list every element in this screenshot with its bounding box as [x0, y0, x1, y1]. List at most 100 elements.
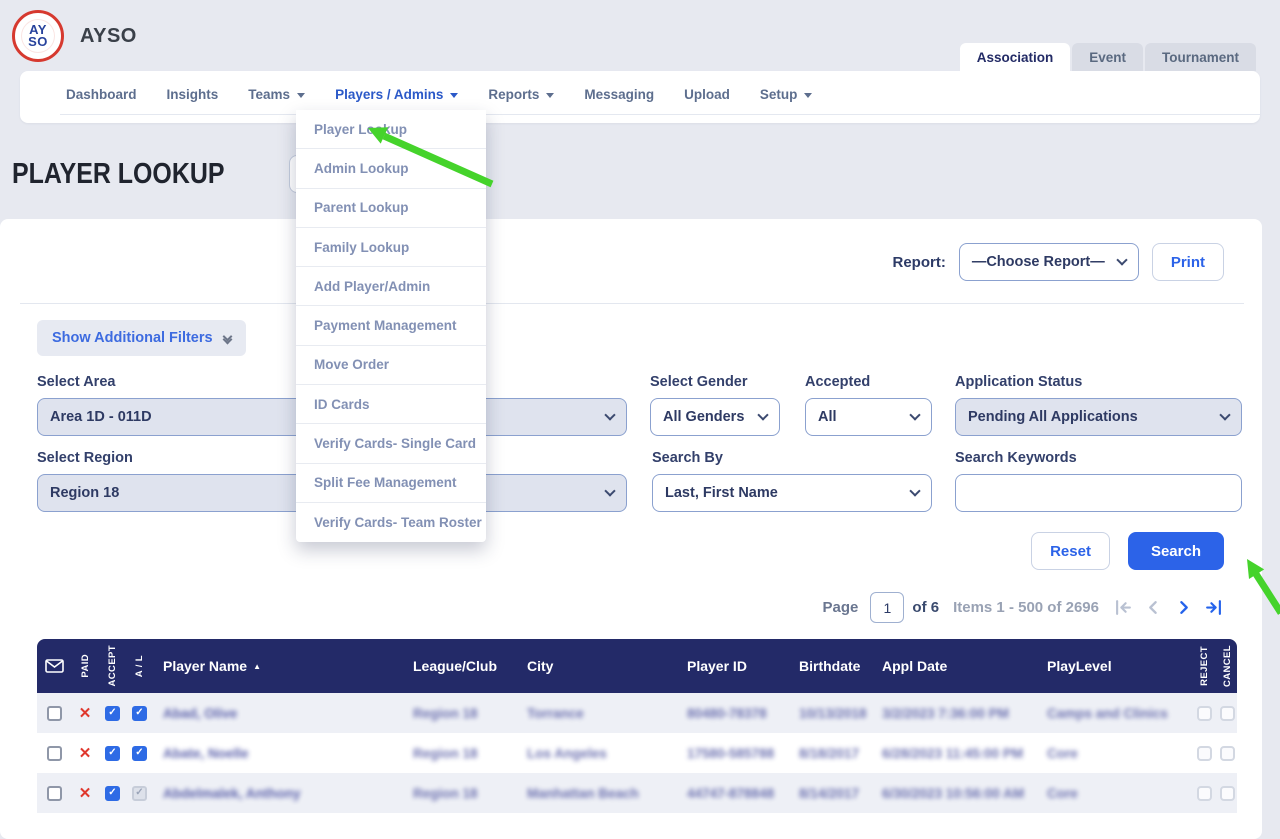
- gender-select[interactable]: All Genders: [650, 398, 780, 436]
- table-body: ✕Abad, OliveRegion 18Torrance80480-78378…: [37, 693, 1237, 813]
- nav-item-label: Players / Admins: [335, 87, 443, 102]
- nav-item-teams[interactable]: Teams: [248, 87, 305, 102]
- cell-value-city: Manhattan Beach: [527, 786, 639, 801]
- nav-item-messaging[interactable]: Messaging: [584, 87, 654, 102]
- cell-value-birthdate: 10/13/2018: [799, 706, 867, 721]
- al-checkbox[interactable]: [132, 786, 147, 801]
- accept-checkbox[interactable]: [105, 786, 120, 801]
- search-by-select[interactable]: Last, First Name: [652, 474, 932, 512]
- cancel-checkbox[interactable]: [1220, 786, 1235, 801]
- row-select-checkbox[interactable]: [47, 786, 62, 801]
- cell-city: Torrance: [517, 693, 677, 733]
- ayso-logo: AY SO: [12, 10, 64, 62]
- column-header-league[interactable]: League/Club: [403, 639, 517, 693]
- chevron-down-icon: [1219, 409, 1230, 420]
- nav-item-setup[interactable]: Setup: [760, 87, 813, 102]
- cell-email: [37, 733, 71, 773]
- accepted-select[interactable]: All: [805, 398, 932, 436]
- cell-al: [126, 733, 153, 773]
- next-page-icon[interactable]: [1175, 599, 1192, 616]
- cell-reject: [1192, 733, 1217, 773]
- cell-value-player_name[interactable]: Abdelmalek, Anthony: [163, 786, 301, 801]
- first-page-icon[interactable]: [1115, 599, 1132, 616]
- column-header-player_name[interactable]: Player Name▲: [153, 639, 403, 693]
- reset-button[interactable]: Reset: [1031, 532, 1110, 570]
- menu-item-player-lookup[interactable]: Player Lookup: [296, 110, 486, 149]
- cell-player_name: Abate, Noelle: [153, 733, 403, 773]
- nav-item-players-admins[interactable]: Players / Admins: [335, 87, 458, 102]
- column-header-player_id[interactable]: Player ID: [677, 639, 797, 693]
- nav-item-insights[interactable]: Insights: [167, 87, 219, 102]
- report-select[interactable]: —Choose Report—: [959, 243, 1139, 281]
- application-status-select[interactable]: Pending All Applications: [955, 398, 1242, 436]
- column-label: League/Club: [413, 658, 497, 674]
- column-label: Player Name: [163, 658, 247, 674]
- nav-item-upload[interactable]: Upload: [684, 87, 730, 102]
- previous-page-icon[interactable]: [1145, 599, 1162, 616]
- column-header-cancel: CANCEL: [1217, 639, 1237, 693]
- page-label: Page: [823, 599, 859, 616]
- cancel-checkbox[interactable]: [1220, 746, 1235, 761]
- column-header-paid: PAID: [71, 639, 99, 693]
- column-label: ACCEPT: [107, 645, 118, 686]
- cell-value-player_name[interactable]: Abate, Noelle: [163, 746, 249, 761]
- accept-checkbox[interactable]: [105, 746, 120, 761]
- search-button[interactable]: Search: [1128, 532, 1224, 570]
- menu-item-payment-management[interactable]: Payment Management: [296, 306, 486, 345]
- tab-event[interactable]: Event: [1072, 43, 1143, 71]
- row-select-checkbox[interactable]: [47, 746, 62, 761]
- menu-item-admin-lookup[interactable]: Admin Lookup: [296, 149, 486, 188]
- column-label: CANCEL: [1222, 645, 1233, 687]
- chevron-down-icon: [604, 409, 615, 420]
- nav-bar: Dashboard Insights Teams Players / Admins Re…: [20, 71, 1260, 123]
- cell-playlevel: Core: [1047, 773, 1192, 813]
- scope-tabs: AssociationEventTournament: [960, 43, 1256, 71]
- cell-value-birthdate: 8/14/2017: [799, 786, 859, 801]
- chevron-down-icon: [909, 409, 920, 420]
- nav-item-dashboard[interactable]: Dashboard: [66, 87, 137, 102]
- menu-item-parent-lookup[interactable]: Parent Lookup: [296, 189, 486, 228]
- menu-item-verify-cards-single-card[interactable]: Verify Cards- Single Card: [296, 424, 486, 463]
- chevron-down-icon: [604, 485, 615, 496]
- cell-value-player_id: 44747-878848: [687, 786, 774, 801]
- cancel-checkbox[interactable]: [1220, 706, 1235, 721]
- al-checkbox[interactable]: [132, 746, 147, 761]
- last-page-icon[interactable]: [1205, 599, 1222, 616]
- page-number-input[interactable]: [870, 592, 904, 623]
- nav-items: Dashboard Insights Teams Players / Admins Re…: [20, 87, 1260, 114]
- accept-checkbox[interactable]: [105, 706, 120, 721]
- reject-checkbox[interactable]: [1197, 746, 1212, 761]
- menu-item-verify-cards-team-roster[interactable]: Verify Cards- Team Roster: [296, 503, 486, 542]
- menu-item-split-fee-management[interactable]: Split Fee Management: [296, 464, 486, 503]
- column-header-appl_date[interactable]: Appl Date: [882, 639, 1047, 693]
- cell-accept: [99, 693, 126, 733]
- gender-select-value: All Genders: [663, 409, 744, 425]
- column-header-city[interactable]: City: [517, 639, 677, 693]
- report-select-value: —Choose Report—: [972, 254, 1105, 270]
- column-header-birthdate[interactable]: Birthdate: [797, 639, 882, 693]
- tab-tournament[interactable]: Tournament: [1145, 43, 1256, 71]
- al-checkbox[interactable]: [132, 706, 147, 721]
- cell-value-playlevel: Core: [1047, 786, 1078, 801]
- column-header-playlevel[interactable]: PlayLevel: [1047, 639, 1192, 693]
- cell-value-player_name[interactable]: Abad, Olive: [163, 706, 237, 721]
- cell-value-playlevel: Core: [1047, 746, 1078, 761]
- reject-checkbox[interactable]: [1197, 786, 1212, 801]
- menu-item-id-cards[interactable]: ID Cards: [296, 385, 486, 424]
- row-select-checkbox[interactable]: [47, 706, 62, 721]
- cell-playlevel: Camps and Clinics: [1047, 693, 1192, 733]
- menu-item-add-player-admin[interactable]: Add Player/Admin: [296, 267, 486, 306]
- show-additional-filters-button[interactable]: Show Additional Filters: [37, 320, 246, 356]
- menu-item-move-order[interactable]: Move Order: [296, 346, 486, 385]
- tab-association[interactable]: Association: [960, 43, 1071, 71]
- players-admins-dropdown-menu: Player LookupAdmin LookupParent LookupFa…: [296, 110, 486, 542]
- reject-checkbox[interactable]: [1197, 706, 1212, 721]
- column-header-email[interactable]: [37, 639, 71, 693]
- table-row: ✕Abate, NoelleRegion 18Los Angeles17580-…: [37, 733, 1237, 773]
- print-button[interactable]: Print: [1152, 243, 1224, 281]
- accepted-select-value: All: [818, 409, 837, 425]
- cell-cancel: [1217, 773, 1237, 813]
- menu-item-family-lookup[interactable]: Family Lookup: [296, 228, 486, 267]
- search-keywords-input[interactable]: [955, 474, 1242, 512]
- nav-item-reports[interactable]: Reports: [488, 87, 554, 102]
